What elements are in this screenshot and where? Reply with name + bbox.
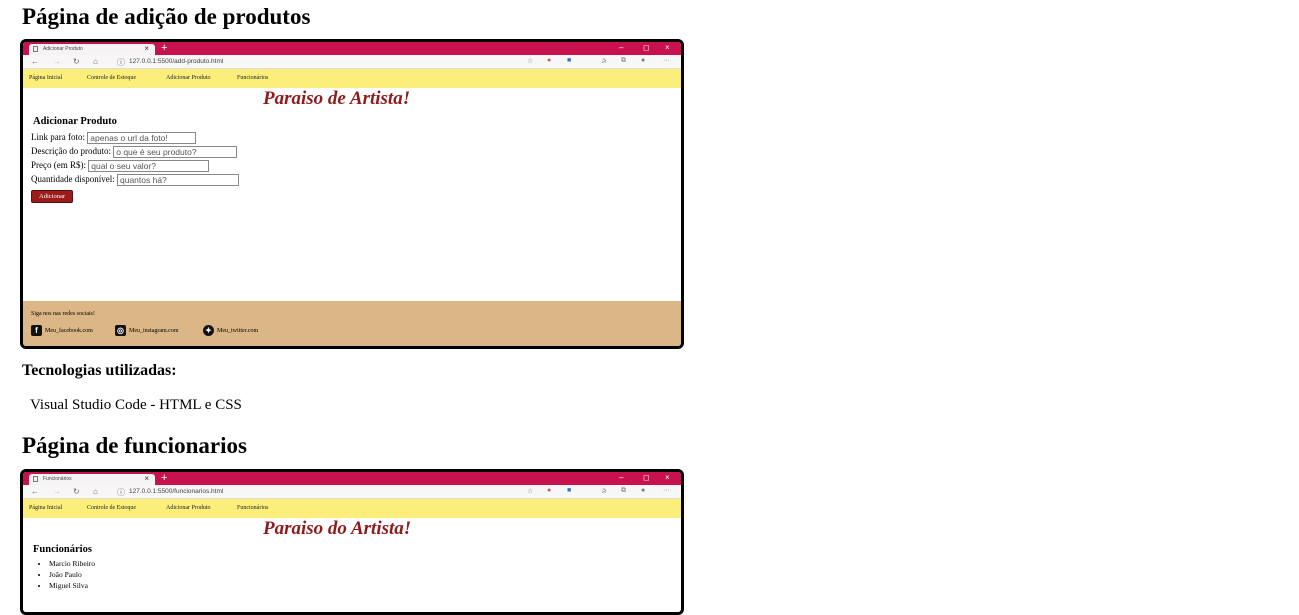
new-tab-icon[interactable]: + xyxy=(161,42,167,54)
site-nav: Página Inicial Controle de Estoque Adici… xyxy=(23,69,681,88)
list-item: Miguel Silva xyxy=(49,580,95,591)
site-nav: Página Inicial Controle de Estoque Adici… xyxy=(23,499,681,518)
technologies-text: Visual Studio Code - HTML e CSS xyxy=(30,397,242,413)
browser-tab[interactable]: Adicionar Produto × xyxy=(29,44,155,55)
translate-icon[interactable]: ■ xyxy=(567,57,571,64)
minimize-icon[interactable]: – xyxy=(619,43,623,52)
nav-link-stock[interactable]: Controle de Estoque xyxy=(87,75,136,81)
form-row-photo: Link para foto: apenas o url da foto! xyxy=(31,132,197,144)
extension-icon[interactable]: ● xyxy=(547,487,551,494)
photo-label: Link para foto: xyxy=(31,132,85,143)
address-bar: ← → ↻ ⌂ ⓘ 127.0.0.1:5500/add-produto.htm… xyxy=(23,55,681,69)
collections-icon[interactable]: ⧉ xyxy=(621,487,626,495)
profile-icon[interactable]: ● xyxy=(641,57,645,64)
facebook-icon: f xyxy=(31,325,42,336)
favorite-star-icon[interactable]: ☆ xyxy=(527,487,533,495)
site-brand: Paraiso de Artista! xyxy=(263,88,411,109)
employees-list: Marcio Ribeiro João Paulo Miguel Silva xyxy=(39,558,95,591)
close-window-icon[interactable]: × xyxy=(665,473,670,482)
profile-icon[interactable]: ● xyxy=(641,487,645,494)
nav-link-home[interactable]: Página Inicial xyxy=(29,505,62,511)
favorite-star-icon[interactable]: ☆ xyxy=(527,57,533,65)
form-title: Adicionar Produto xyxy=(33,116,117,127)
nav-link-employees[interactable]: Funcionários xyxy=(237,505,268,511)
tab-title: Adicionar Produto xyxy=(43,46,83,52)
nav-link-add-product[interactable]: Adicionar Produto xyxy=(166,505,211,511)
page-content: Paraiso do Artista! Funcionários Marcio … xyxy=(23,518,681,612)
tab-title: Funcionários xyxy=(43,476,72,482)
photo-url-input[interactable]: apenas o url da foto! xyxy=(87,132,197,144)
site-brand: Paraiso do Artista! xyxy=(263,518,412,539)
info-icon: ⓘ xyxy=(117,488,125,497)
back-icon[interactable]: ← xyxy=(31,57,39,66)
instagram-icon: ◎ xyxy=(115,325,126,336)
quantity-label: Quantidade disponível: xyxy=(31,174,115,185)
forward-icon[interactable]: → xyxy=(53,57,61,66)
info-icon: ⓘ xyxy=(117,58,125,67)
favorites-icon[interactable]: ✰ xyxy=(601,487,607,495)
close-tab-icon[interactable]: × xyxy=(144,474,149,483)
description-input[interactable]: o que é seu produto? xyxy=(113,146,238,158)
facebook-link[interactable]: f Meu_facebook.com xyxy=(31,325,93,336)
list-item: Marcio Ribeiro xyxy=(49,558,95,569)
maximize-icon[interactable]: ◻ xyxy=(643,473,650,482)
home-icon[interactable]: ⌂ xyxy=(93,57,98,66)
reload-icon[interactable]: ↻ xyxy=(73,57,80,66)
nav-link-home[interactable]: Página Inicial xyxy=(29,75,62,81)
new-tab-icon[interactable]: + xyxy=(161,472,167,484)
quantity-input[interactable]: quantos há? xyxy=(116,174,239,186)
extension-icon[interactable]: ● xyxy=(547,57,551,64)
close-window-icon[interactable]: × xyxy=(665,43,670,52)
more-menu-icon[interactable]: ··· xyxy=(663,57,670,64)
favorites-icon[interactable]: ✰ xyxy=(601,57,607,65)
form-row-description: Descrição do produto: o que é seu produt… xyxy=(31,146,238,158)
site-footer: Siga nos nas redes sociais! f Meu_faceboo… xyxy=(23,301,681,346)
home-icon[interactable]: ⌂ xyxy=(93,487,98,496)
maximize-icon[interactable]: ◻ xyxy=(643,43,650,52)
screenshot-employees: Funcionários × + – ◻ × ← → ↻ ⌂ ⓘ 127.0.0… xyxy=(20,469,684,615)
add-product-button[interactable]: Adicionar xyxy=(31,190,73,203)
browser-tabbar: Funcionários × + – ◻ × xyxy=(23,472,681,485)
url-input[interactable]: 127.0.0.1:5500/add-produto.html xyxy=(129,58,223,65)
facebook-text: Meu_facebook.com xyxy=(45,327,93,334)
form-row-quantity: Quantidade disponível: quantos há? xyxy=(31,174,239,186)
instagram-link[interactable]: ◎ Meu_instagram.com xyxy=(115,325,179,336)
forward-icon[interactable]: → xyxy=(53,487,61,496)
list-item: João Paulo xyxy=(49,569,95,580)
back-icon[interactable]: ← xyxy=(31,487,39,496)
form-row-price: Preço (em R$): qual o seu valor? xyxy=(31,160,210,172)
browser-tabbar: Adicionar Produto × + – ◻ × xyxy=(23,42,681,55)
page-icon xyxy=(33,46,38,52)
nav-link-stock[interactable]: Controle de Estoque xyxy=(87,505,136,511)
nav-link-add-product[interactable]: Adicionar Produto xyxy=(166,75,211,81)
reload-icon[interactable]: ↻ xyxy=(73,487,80,496)
footer-label: Siga nos nas redes sociais! xyxy=(31,311,95,317)
description-label: Descrição do produto: xyxy=(31,146,111,157)
employees-title: Funcionários xyxy=(33,544,92,555)
section-title-employees: Página de funcionarios xyxy=(22,433,247,458)
nav-link-employees[interactable]: Funcionários xyxy=(237,75,268,81)
close-tab-icon[interactable]: × xyxy=(144,44,149,53)
minimize-icon[interactable]: – xyxy=(619,473,623,482)
instagram-text: Meu_instagram.com xyxy=(129,327,179,334)
page-content: Paraiso de Artista! Adicionar Produto Li… xyxy=(23,88,681,302)
more-menu-icon[interactable]: ··· xyxy=(663,487,670,494)
translate-icon[interactable]: ■ xyxy=(567,487,571,494)
technologies-heading: Tecnologias utilizadas: xyxy=(22,362,177,379)
collections-icon[interactable]: ⧉ xyxy=(621,57,626,65)
twitter-link[interactable]: ✦ Meu_twitter.com xyxy=(203,325,259,336)
twitter-icon: ✦ xyxy=(203,325,214,336)
twitter-text: Meu_twitter.com xyxy=(217,327,259,334)
screenshot-add-product: Adicionar Produto × + – ◻ × ← → ↻ ⌂ ⓘ 12… xyxy=(20,39,684,349)
url-input[interactable]: 127.0.0.1:5500/funcionarios.html xyxy=(129,488,223,495)
page-icon xyxy=(33,476,38,482)
browser-tab[interactable]: Funcionários × xyxy=(29,474,155,485)
price-label: Preço (em R$): xyxy=(31,160,86,171)
section-title-add-product: Página de adição de produtos xyxy=(22,4,311,29)
price-input[interactable]: qual o seu valor? xyxy=(88,160,210,172)
address-bar: ← → ↻ ⌂ ⓘ 127.0.0.1:5500/funcionarios.ht… xyxy=(23,485,681,499)
